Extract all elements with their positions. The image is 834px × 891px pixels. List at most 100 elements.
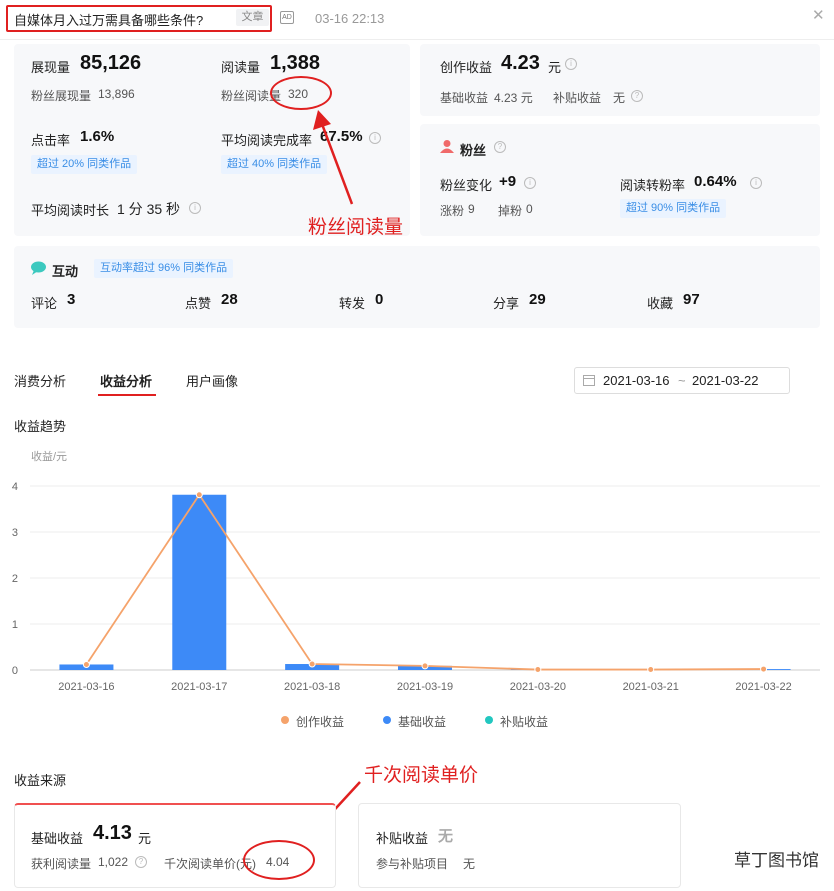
point-creation-earnings [195, 491, 203, 499]
tab-active-indicator [98, 394, 156, 396]
ad-icon: AD [280, 11, 294, 24]
ctr-label: 点击率 [31, 133, 71, 148]
date-range-start: 2021-03-16 [603, 373, 670, 388]
point-creation-earnings [647, 666, 655, 674]
source-subsidy-label: 补贴收益 [376, 831, 429, 846]
x-tick-label: 2021-03-16 [58, 681, 114, 693]
point-creation-earnings [760, 665, 768, 673]
person-icon [440, 140, 454, 153]
fan-reads-annotation: 粉丝阅读量 [308, 217, 404, 238]
publish-date: 03-16 22:13 [315, 11, 385, 26]
bar-base-earnings [172, 494, 227, 670]
reposts-value: 0 [375, 291, 384, 308]
earnings-unit: 元 [548, 60, 562, 75]
conversion-label: 阅读转粉率 [620, 178, 686, 193]
trend-title: 收益趋势 [14, 419, 67, 434]
x-tick-label: 2021-03-20 [510, 681, 566, 693]
x-tick-label: 2021-03-21 [623, 681, 679, 693]
close-icon[interactable]: ✕ [812, 6, 825, 24]
tab-user-profile[interactable]: 用户画像 [186, 371, 238, 390]
earnings-label: 创作收益 [440, 60, 493, 75]
likes-value: 28 [221, 291, 238, 308]
article-title[interactable]: 自媒体月入过万需具备哪些条件? [14, 10, 203, 29]
info-icon[interactable]: i [524, 177, 536, 189]
impressions-value: 85,126 [80, 52, 142, 74]
watermark: 草丁图书馆 [734, 851, 819, 870]
legend-creation[interactable]: 创作收益 [296, 713, 344, 730]
legend-subsidy[interactable]: 补贴收益 [500, 713, 548, 730]
completion-label: 平均阅读完成率 [221, 133, 313, 148]
interaction-title: 互动 [52, 264, 79, 279]
calendar-icon [583, 375, 595, 386]
info-icon[interactable]: i [750, 177, 762, 189]
cpm-annotation: 千次阅读单价 [364, 765, 479, 786]
ctr-value: 1.6% [80, 128, 115, 145]
conversion-value: 0.64% [694, 173, 737, 190]
reads-label: 阅读量 [221, 60, 261, 75]
base-earnings-value: 4.23 元 [494, 91, 533, 105]
tab-consumption[interactable]: 消费分析 [14, 371, 66, 390]
subsidy-project-label: 参与补贴项目 [376, 857, 449, 871]
fans-title: 粉丝 [460, 143, 487, 158]
help-icon[interactable]: ? [494, 141, 506, 153]
subsidy-earnings-value: 无 [613, 91, 626, 105]
fans-loss-value: 0 [526, 202, 533, 216]
subsidy-earnings-label: 补贴收益 [553, 91, 602, 105]
source-base-label: 基础收益 [31, 831, 84, 846]
info-icon[interactable]: i [189, 202, 201, 214]
chart-y-label: 收益/元 [31, 451, 68, 463]
fans-gain-value: 9 [468, 202, 475, 216]
fans-loss-label: 掉粉 [498, 204, 523, 218]
subsidy-project-value: 无 [463, 857, 476, 871]
legend-marker-base [383, 716, 391, 724]
likes-label: 点赞 [185, 296, 212, 311]
earnings-value: 4.23 [501, 52, 540, 74]
base-earnings-label: 基础收益 [440, 91, 489, 105]
fan-impressions-value: 13,896 [98, 87, 135, 101]
legend-base[interactable]: 基础收益 [398, 713, 446, 730]
legend-marker-subsidy [485, 716, 493, 724]
fan-impressions-label: 粉丝展现量 [31, 89, 92, 103]
y-tick-label: 0 [12, 665, 18, 677]
y-tick-label: 2 [12, 573, 18, 585]
reposts-label: 转发 [339, 296, 366, 311]
source-base-value: 4.13 [93, 822, 132, 844]
x-tick-label: 2021-03-17 [171, 681, 227, 693]
info-icon[interactable]: i [369, 132, 381, 144]
help-icon[interactable]: ? [631, 90, 643, 102]
chat-bubble-icon [31, 261, 46, 275]
comments-value: 3 [67, 291, 76, 308]
favorites-label: 收藏 [647, 296, 674, 311]
date-range-end: 2021-03-22 [692, 373, 759, 388]
avg-time-label: 平均阅读时长 [31, 203, 110, 218]
info-icon[interactable]: i [565, 58, 577, 70]
avg-time-value: 1 分 35 秒 [117, 201, 181, 217]
comments-label: 评论 [31, 296, 58, 311]
ctr-badge: 超过 20% 同类作品 [31, 155, 138, 174]
y-tick-label: 4 [12, 481, 18, 493]
source-title: 收益来源 [14, 773, 67, 788]
point-creation-earnings [421, 662, 429, 670]
fans-change-value: +9 [499, 173, 517, 190]
x-tick-label: 2021-03-22 [735, 681, 791, 693]
conversion-badge: 超过 90% 同类作品 [620, 199, 727, 218]
source-subsidy-value: 无 [438, 828, 454, 845]
favorites-value: 97 [683, 291, 700, 308]
source-base-unit: 元 [138, 831, 152, 846]
earnings-trend-chart: 0 1 2 3 4 2021-03-16 2021-03-17 2021-03-18 2021-… [12, 481, 820, 693]
shares-value: 29 [529, 291, 546, 308]
date-range-sep: ~ [678, 373, 686, 388]
point-creation-earnings [534, 666, 542, 674]
paid-reads-value: 1,022 [98, 855, 129, 869]
annotation-arrow [313, 110, 354, 205]
help-icon[interactable]: ? [135, 856, 147, 868]
fans-change-label: 粉丝变化 [440, 178, 493, 193]
x-tick-label: 2021-03-18 [284, 681, 340, 693]
tab-earnings[interactable]: 收益分析 [100, 371, 152, 390]
reads-value: 1,388 [270, 52, 321, 74]
y-tick-label: 3 [12, 527, 18, 539]
article-type-tag: 文章 [236, 9, 269, 26]
point-creation-earnings [82, 660, 90, 668]
paid-reads-label: 获利阅读量 [31, 857, 92, 871]
shares-label: 分享 [493, 296, 520, 311]
